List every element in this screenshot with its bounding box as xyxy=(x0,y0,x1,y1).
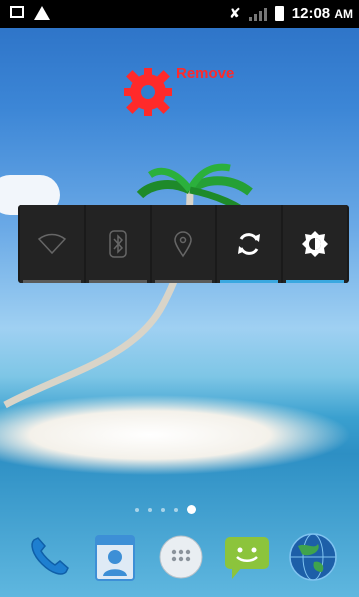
page-dot xyxy=(174,507,178,512)
dock-app-phone[interactable] xyxy=(22,530,76,584)
no-signal-icon xyxy=(248,7,267,21)
gear-icon xyxy=(124,68,172,116)
tile-indicator xyxy=(88,280,147,283)
remove-label: Remove xyxy=(176,65,235,82)
sync-icon xyxy=(238,233,261,255)
wallpaper-palm-tree xyxy=(3,163,258,409)
bluetooth-icon xyxy=(108,230,127,258)
tile-bluetooth[interactable] xyxy=(85,205,150,283)
dock-app-drawer[interactable] xyxy=(154,530,208,584)
page-indicator xyxy=(135,505,196,514)
mute-icon: ✘ xyxy=(229,5,241,21)
page-dot xyxy=(135,507,139,512)
tile-indicator xyxy=(220,280,279,283)
dock-app-messaging[interactable] xyxy=(220,530,274,584)
app-drawer-icon xyxy=(159,535,203,579)
dock-app-browser[interactable] xyxy=(286,530,340,584)
quick-settings-widget xyxy=(18,205,349,283)
clock: 12:08 AM xyxy=(292,5,353,22)
home-screen: ✘ 12:08 AM Remove xyxy=(0,0,359,597)
tile-indicator xyxy=(154,280,213,283)
tile-sync[interactable] xyxy=(217,205,282,283)
wifi-icon xyxy=(37,233,67,255)
dock-app-contacts[interactable] xyxy=(88,530,142,584)
clock-time: 12:08 xyxy=(291,5,331,22)
page-dot xyxy=(161,507,165,512)
battery-icon xyxy=(274,6,284,21)
tile-wifi[interactable] xyxy=(20,205,84,283)
tile-brightness[interactable] xyxy=(283,205,347,283)
tile-location[interactable] xyxy=(151,205,216,283)
contacts-icon xyxy=(95,535,135,581)
globe-icon xyxy=(289,533,337,581)
phone-icon xyxy=(31,537,69,575)
tile-indicator xyxy=(23,280,81,283)
warning-icon xyxy=(34,6,50,20)
status-bar: ✘ 12:08 AM xyxy=(0,0,359,28)
messaging-icon xyxy=(225,537,269,579)
brightness-icon xyxy=(302,231,329,257)
remove-drop-target[interactable]: Remove xyxy=(118,60,258,130)
page-dot-active xyxy=(187,505,196,514)
tile-indicator xyxy=(286,280,344,283)
location-icon xyxy=(174,231,193,258)
picture-icon xyxy=(10,6,24,18)
clock-suffix: AM xyxy=(334,7,353,21)
page-dot xyxy=(148,507,152,512)
dock xyxy=(0,530,359,592)
